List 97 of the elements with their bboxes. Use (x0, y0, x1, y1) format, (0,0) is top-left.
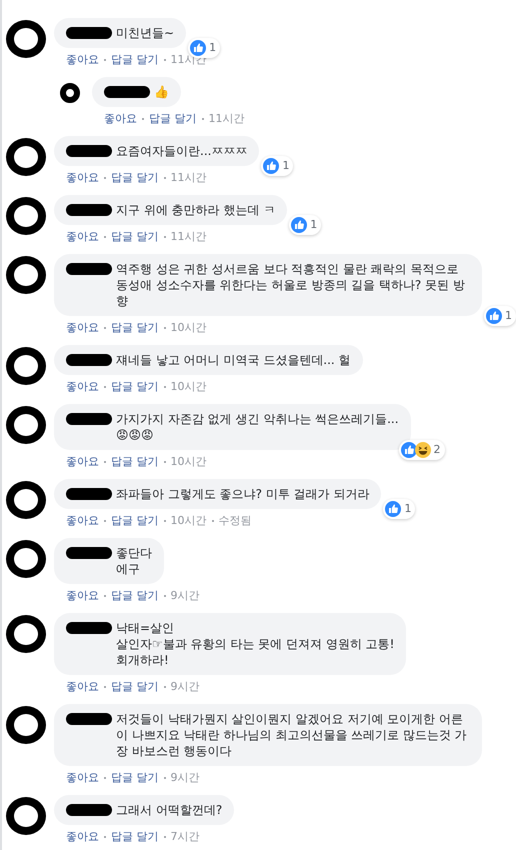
separator-dot (164, 594, 166, 596)
timestamp: 10시간 (170, 513, 206, 528)
reaction-count[interactable]: 1 (261, 156, 294, 176)
separator-dot (212, 520, 214, 522)
separator-dot (164, 58, 166, 60)
reaction-count[interactable]: 1 (383, 499, 416, 519)
redaction-mark (66, 713, 112, 725)
redaction-mark (66, 204, 112, 216)
comment-action-link[interactable]: 답글 달기 (111, 170, 158, 185)
timestamp: 9시간 (170, 679, 200, 694)
comment-text: 좋단다 에구 (116, 545, 152, 577)
comment-action-link[interactable]: 좋아요 (104, 111, 137, 126)
comment-action-link[interactable]: 좋아요 (66, 679, 99, 694)
separator-dot (104, 176, 106, 178)
timestamp: 10시간 (170, 320, 206, 335)
comment-text: 좌파들아 그렇게도 좋으냐? 미투 걸래가 되거라 (116, 486, 370, 502)
separator-dot (164, 520, 166, 522)
separator-dot (202, 118, 204, 120)
separator-dot (164, 776, 166, 778)
redaction-mark (66, 354, 112, 366)
separator-dot (104, 776, 106, 778)
separator-dot (104, 460, 106, 462)
reaction-count[interactable]: 1 (188, 38, 220, 58)
comment-text: 미친년들~ (116, 25, 174, 41)
timestamp: 9시간 (170, 770, 200, 785)
separator-dot (104, 386, 106, 388)
comment-text: 요즘여자들이란...ㅉㅉㅉ (116, 143, 248, 159)
redaction-mark (104, 86, 150, 98)
laughing-face-icon (414, 442, 431, 458)
reaction-count[interactable]: 1 (484, 306, 516, 326)
separator-dot (104, 686, 106, 688)
separator-dot (164, 326, 166, 328)
comment-action-link[interactable]: 답글 달기 (111, 454, 158, 469)
like-icon (486, 308, 502, 324)
comment-action-link[interactable]: 좋아요 (66, 170, 99, 185)
like-icon (190, 40, 206, 56)
comment-text: 낙태=살인 살인자☞불과 유황의 타는 못에 던져져 영원히 고통! 회개하라! (116, 620, 394, 668)
comment-action-link[interactable]: 답글 달기 (111, 320, 158, 335)
separator-dot (164, 176, 166, 178)
comment-action-link[interactable]: 좋아요 (66, 52, 99, 67)
comment-text: 역주행 성은 귀한 성서르움 보다 적흥적인 물란 쾌락의 목적으로 동성애 성소수자를 위한다는 허울로 방종믜 길을 택하나? 못된 방향 (116, 261, 466, 309)
separator-dot (104, 58, 106, 60)
redaction-mark (66, 804, 112, 816)
separator-dot (164, 236, 166, 238)
timestamp: 11시간 (170, 229, 206, 244)
timestamp: 11시간 (208, 111, 244, 126)
comment-action-link[interactable]: 좋아요 (66, 229, 99, 244)
separator-dot (142, 118, 144, 120)
like-icon (400, 442, 417, 458)
comment-action-link[interactable]: 답글 달기 (111, 229, 158, 244)
comment-action-link[interactable]: 좋아요 (66, 320, 99, 335)
comment-action-link[interactable]: 좋아요 (66, 454, 99, 469)
separator-dot (164, 460, 166, 462)
comment-action-link[interactable]: 답글 달기 (111, 52, 158, 67)
redaction-mark (66, 413, 112, 425)
comment-action-link[interactable]: 좋아요 (66, 588, 99, 603)
redaction-mark (66, 263, 112, 275)
comment-action-link[interactable]: 좋아요 (66, 513, 99, 528)
comment-action-link[interactable]: 좋아요 (66, 379, 99, 394)
separator-dot (104, 520, 106, 522)
separator-dot (104, 326, 106, 328)
separator-dot (104, 236, 106, 238)
comment-action-link[interactable]: 답글 달기 (111, 679, 158, 694)
redaction-mark (66, 547, 112, 559)
comment-action-link[interactable]: 좋아요 (66, 829, 99, 844)
separator-dot (104, 594, 106, 596)
like-icon (263, 158, 280, 174)
comment-action-link[interactable]: 답글 달기 (111, 513, 158, 528)
comment-text: 가지가지 자존감 없게 생긴 악취나는 썩은쓰레기들... 😡😡😡 (116, 411, 399, 443)
separator-dot (164, 836, 166, 838)
comment-text: 👍 (154, 84, 169, 100)
comment-text: 그래서 어떡할껀데? (116, 802, 222, 818)
redaction-mark (66, 622, 112, 634)
separator-dot (104, 836, 106, 838)
separator-dot (164, 686, 166, 688)
reaction-count[interactable]: 1 (289, 215, 322, 235)
comment-text: 쟤네들 낳고 어머니 미역국 드셨을텐데... 헐 (116, 352, 351, 368)
timestamp: 9시간 (170, 588, 200, 603)
reaction-count[interactable]: 2 (398, 440, 445, 460)
comment-action-link[interactable]: 답글 달기 (111, 588, 158, 603)
comment-action-link[interactable]: 답글 달기 (111, 379, 158, 394)
comment-action-link[interactable]: 답글 달기 (149, 111, 196, 126)
comment-action-link[interactable]: 답글 달기 (111, 770, 158, 785)
comment-text: 저것들이 낙태가뭔지 살인이뭔지 알겠어요 저기예 모이게한 어른이 나쁘지요 낙태란 하나님의 최고의선물을 쓰레기로 많드는것 가장 바보스런 행동이다 (116, 711, 468, 759)
timestamp: 10시간 (170, 454, 206, 469)
comment-text: 지구 위에 충만하라 했는데 ㅋ (116, 202, 276, 218)
timestamp: 7시간 (170, 829, 200, 844)
redaction-mark (66, 145, 112, 157)
separator-dot (164, 386, 166, 388)
redaction-mark (66, 488, 112, 500)
like-icon (385, 501, 402, 517)
timestamp: 11시간 (170, 170, 206, 185)
redaction-mark (66, 27, 112, 39)
like-icon (291, 217, 308, 233)
comment-action-link[interactable]: 답글 달기 (111, 829, 158, 844)
timestamp: 10시간 (170, 379, 206, 394)
comment-action-link[interactable]: 좋아요 (66, 770, 99, 785)
